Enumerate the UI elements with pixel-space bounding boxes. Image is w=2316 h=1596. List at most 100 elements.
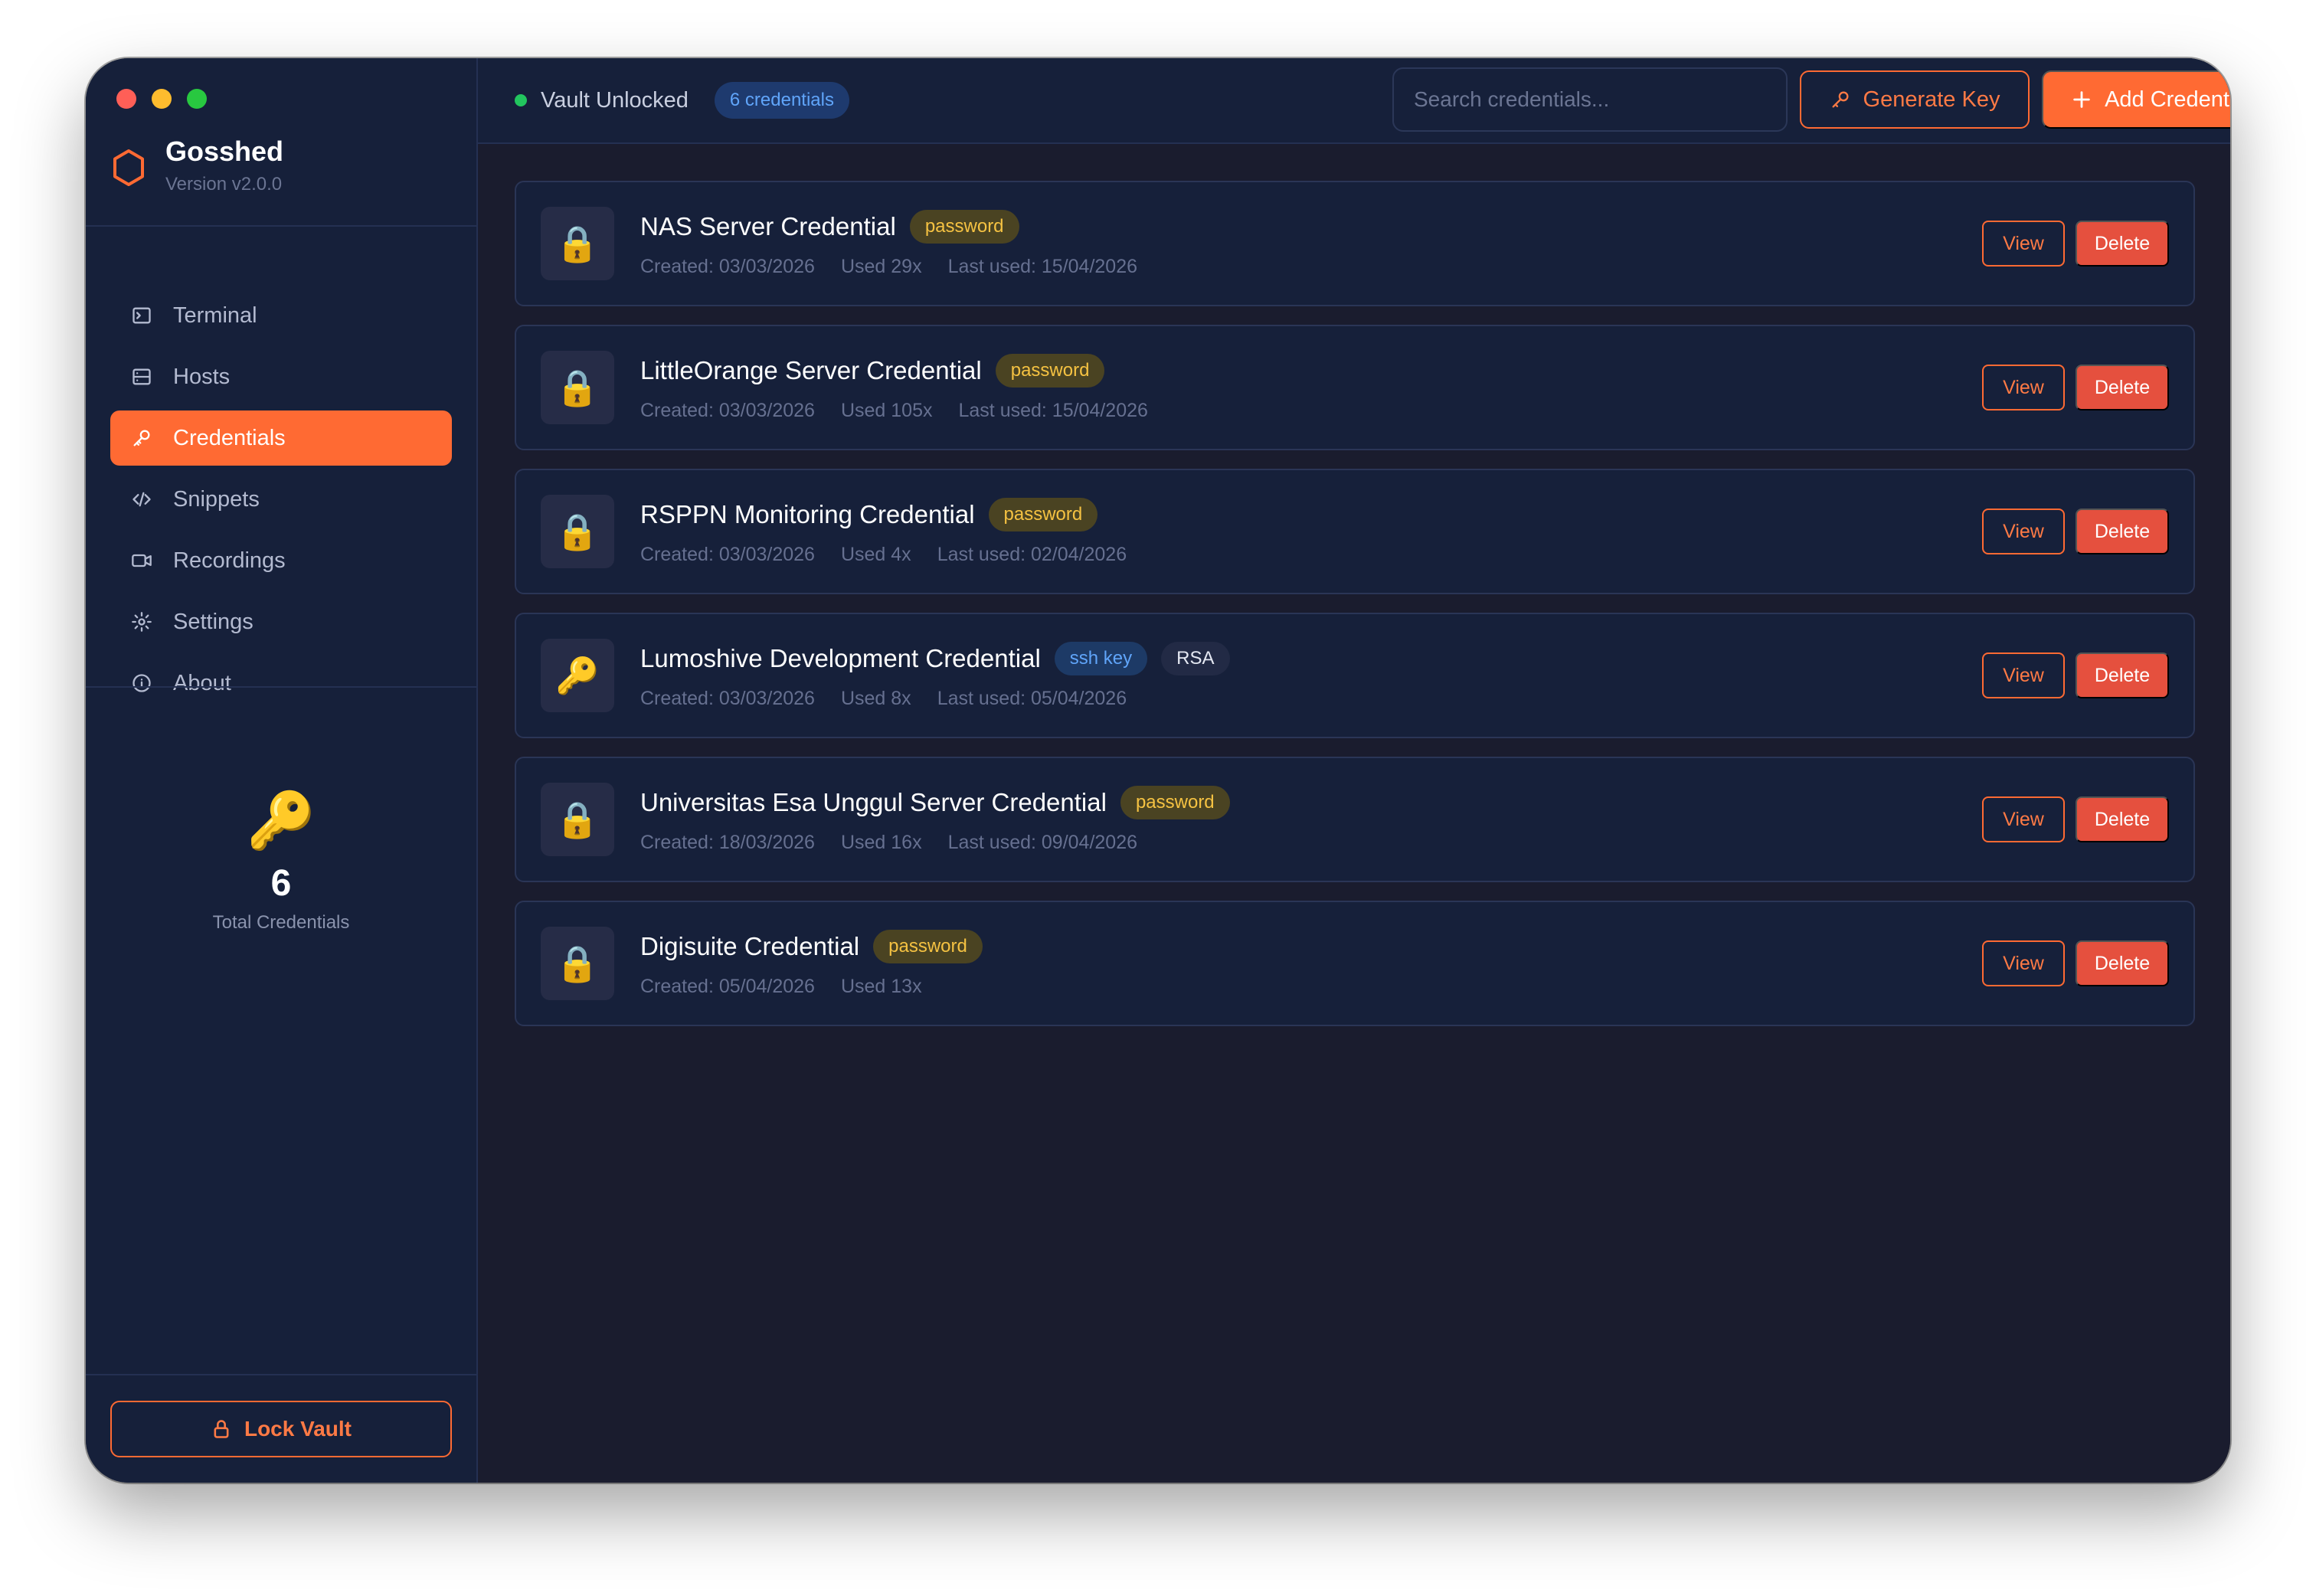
sidebar-divider <box>86 686 476 688</box>
credential-used: Used 4x <box>840 544 911 565</box>
padlock-icon: 🔒 <box>541 927 614 1000</box>
view-button[interactable]: View <box>1982 796 2065 842</box>
sidebar-item-snippets[interactable]: Snippets <box>110 472 452 527</box>
gear-icon <box>130 610 153 633</box>
app-window: Gosshed Version v2.0.0 Terminal Hosts Cr… <box>86 58 2230 1483</box>
credential-meta: Created: 18/03/2026 Used 16x Last used: … <box>640 832 1137 854</box>
add-credential-button[interactable]: Add Credential <box>2042 70 2230 129</box>
view-button[interactable]: View <box>1982 509 2065 554</box>
credential-title-row: Universitas Esa Unggul Server Credential… <box>640 786 1230 819</box>
credential-meta: Created: 03/03/2026 Used 29x Last used: … <box>640 256 1137 278</box>
topbar: Vault Unlocked 6 credentials Generate Ke… <box>478 58 2230 144</box>
credential-created: Created: 03/03/2026 <box>640 688 815 709</box>
video-icon <box>130 549 153 572</box>
view-button[interactable]: View <box>1982 940 2065 986</box>
search-input[interactable] <box>1392 67 1788 132</box>
credential-type-badge: password <box>995 354 1105 388</box>
credential-last-used: Last used: 15/04/2026 <box>958 400 1148 421</box>
maximize-window-button[interactable] <box>187 89 207 109</box>
delete-button[interactable]: Delete <box>2076 940 2169 986</box>
credential-used: Used 16x <box>840 832 922 853</box>
credential-created: Created: 03/03/2026 <box>640 544 815 565</box>
delete-button[interactable]: Delete <box>2076 509 2169 554</box>
sidebar-item-label: Credentials <box>173 425 286 450</box>
credential-created: Created: 18/03/2026 <box>640 832 815 853</box>
sidebar: Gosshed Version v2.0.0 Terminal Hosts Cr… <box>86 58 478 1483</box>
view-button[interactable]: View <box>1982 365 2065 410</box>
sidebar-nav: Terminal Hosts Credentials Snippets Reco… <box>110 288 452 717</box>
credential-card: 🔑 Lumoshive Development Credential ssh k… <box>515 613 2195 738</box>
credential-title-row: Lumoshive Development Credential ssh key… <box>640 642 1230 675</box>
credential-card: 🔒 Universitas Esa Unggul Server Credenti… <box>515 757 2195 882</box>
key-algorithm-badge: RSA <box>1161 642 1230 675</box>
sidebar-item-terminal[interactable]: Terminal <box>110 288 452 343</box>
credentials-count-badge: 6 credentials <box>714 82 849 119</box>
credential-card: 🔒 LittleOrange Server Credential passwor… <box>515 325 2195 450</box>
padlock-icon: 🔒 <box>541 495 614 568</box>
main-content: Vault Unlocked 6 credentials Generate Ke… <box>478 58 2230 1483</box>
app-name: Gosshed <box>165 136 284 167</box>
credential-name: Digisuite Credential <box>640 932 860 960</box>
key-icon: 🔑 <box>541 639 614 712</box>
key-icon <box>1832 91 1849 108</box>
credential-title-row: RSPPN Monitoring Credential password <box>640 498 1098 531</box>
credential-last-used: Last used: 05/04/2026 <box>937 688 1127 709</box>
sidebar-item-hosts[interactable]: Hosts <box>110 349 452 404</box>
sidebar-divider <box>86 1374 476 1375</box>
view-button[interactable]: View <box>1982 221 2065 267</box>
credential-last-used: Last used: 02/04/2026 <box>937 544 1127 565</box>
delete-button[interactable]: Delete <box>2076 796 2169 842</box>
credential-name: Universitas Esa Unggul Server Credential <box>640 788 1107 816</box>
credential-meta: Created: 03/03/2026 Used 105x Last used:… <box>640 400 1148 422</box>
credential-type-badge: password <box>1120 786 1230 819</box>
sidebar-item-recordings[interactable]: Recordings <box>110 533 452 588</box>
server-icon <box>130 365 153 388</box>
credential-used: Used 13x <box>840 976 922 997</box>
delete-button[interactable]: Delete <box>2076 221 2169 267</box>
total-credentials-count: 6 <box>270 863 292 904</box>
sidebar-item-label: Settings <box>173 609 254 634</box>
credential-used: Used 8x <box>840 688 911 709</box>
sidebar-item-label: Terminal <box>173 303 257 328</box>
code-icon <box>130 488 153 511</box>
generate-key-button[interactable]: Generate Key <box>1800 70 2030 129</box>
credential-used: Used 105x <box>840 400 933 421</box>
credential-card: 🔒 NAS Server Credential password Created… <box>515 181 2195 306</box>
credential-meta: Created: 03/03/2026 Used 8x Last used: 0… <box>640 688 1127 710</box>
close-window-button[interactable] <box>116 89 136 109</box>
lock-icon <box>214 1420 229 1438</box>
credentials-stats: 🔑 6 Total Credentials <box>86 793 476 934</box>
app-version: Version v2.0.0 <box>165 174 283 195</box>
status-dot-icon <box>515 94 527 106</box>
sidebar-item-label: Hosts <box>173 364 231 389</box>
padlock-icon: 🔒 <box>541 207 614 280</box>
padlock-icon: 🔒 <box>541 783 614 856</box>
credential-name: Lumoshive Development Credential <box>640 644 1041 672</box>
view-button[interactable]: View <box>1982 652 2065 698</box>
credential-last-used: Last used: 15/04/2026 <box>947 256 1138 277</box>
credential-used: Used 29x <box>840 256 922 277</box>
credential-type-badge: password <box>988 498 1098 531</box>
minimize-window-button[interactable] <box>152 89 172 109</box>
terminal-icon <box>130 304 153 327</box>
sidebar-divider <box>86 225 476 227</box>
credential-type-badge: password <box>873 930 983 963</box>
sidebar-item-label: Snippets <box>173 486 260 512</box>
hexagon-logo-icon <box>113 149 144 186</box>
lock-vault-button[interactable]: Lock Vault <box>110 1401 452 1457</box>
add-credential-label: Add Credential <box>2105 87 2230 112</box>
credential-meta: Created: 03/03/2026 Used 4x Last used: 0… <box>640 544 1127 566</box>
credential-created: Created: 03/03/2026 <box>640 400 815 421</box>
credential-name: LittleOrange Server Credential <box>640 356 982 384</box>
credential-name: RSPPN Monitoring Credential <box>640 500 975 528</box>
sidebar-item-settings[interactable]: Settings <box>110 594 452 649</box>
delete-button[interactable]: Delete <box>2076 652 2169 698</box>
vault-status-text: Vault Unlocked <box>541 87 689 113</box>
sidebar-item-credentials[interactable]: Credentials <box>110 410 452 466</box>
sidebar-item-about[interactable]: About <box>110 656 452 711</box>
key-icon <box>130 427 153 450</box>
delete-button[interactable]: Delete <box>2076 365 2169 410</box>
credentials-list: 🔒 NAS Server Credential password Created… <box>515 181 2195 1045</box>
total-credentials-label: Total Credentials <box>212 912 350 933</box>
plus-icon <box>2073 91 2090 108</box>
